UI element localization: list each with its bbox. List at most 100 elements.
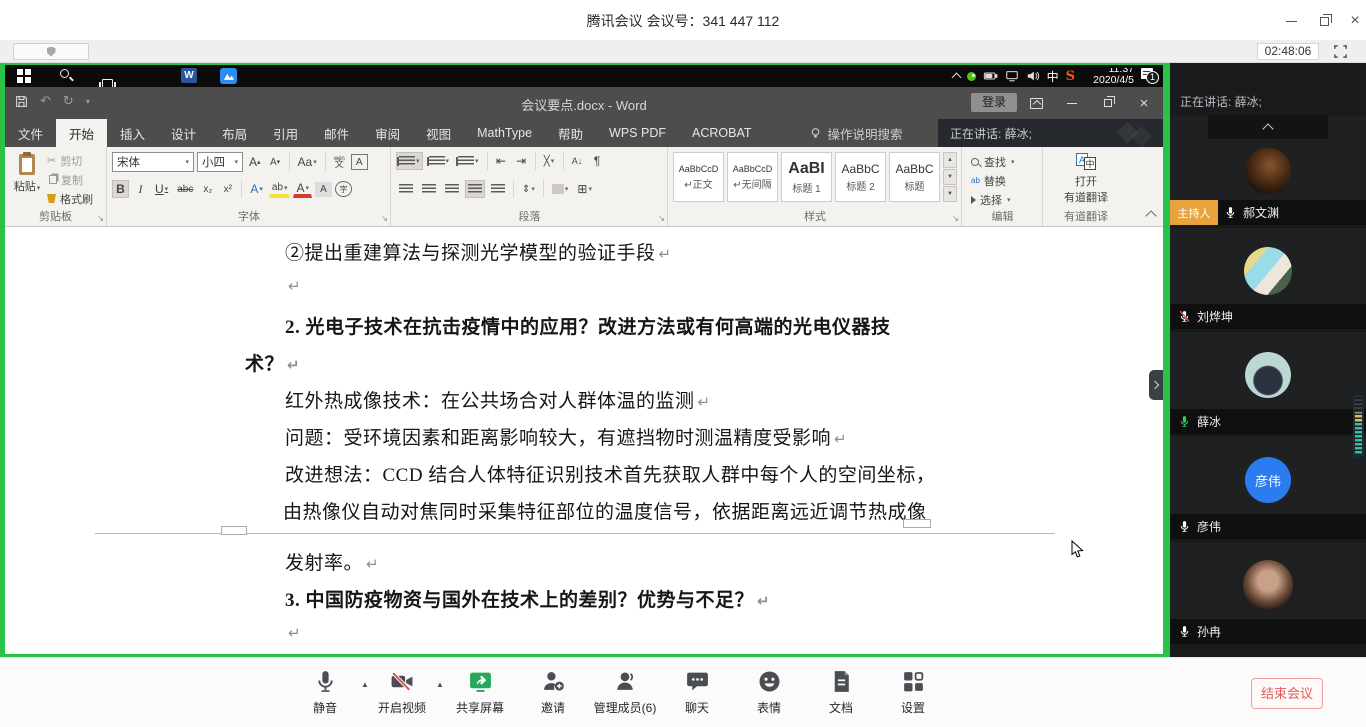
tab-home[interactable]: 开始 <box>56 119 107 147</box>
increase-indent-button[interactable]: ⇥ <box>513 152 530 170</box>
start-video-button[interactable]: 开启视频 <box>359 669 445 716</box>
font-size-combobox[interactable]: 小四▾ <box>197 152 243 172</box>
wechat-tray-icon[interactable] <box>967 72 976 81</box>
phonetic-guide-button[interactable]: wén文 <box>331 153 348 171</box>
tab-view[interactable]: 视图 <box>413 119 464 147</box>
replace-button[interactable]: ab替换 <box>971 172 1015 189</box>
taskbar-search-icon[interactable] <box>60 69 69 78</box>
tab-insert[interactable]: 插入 <box>107 119 158 147</box>
participant-tile[interactable]: 薛冰 <box>1170 332 1366 434</box>
character-shading-button[interactable]: A <box>315 182 332 197</box>
word-restore-icon[interactable] <box>1093 94 1123 112</box>
bullets-button[interactable]: ▾ <box>396 152 423 170</box>
paragraph-dialog-launcher-icon[interactable]: ↘ <box>658 214 665 223</box>
character-border-button[interactable]: A <box>351 154 368 170</box>
participant-tile[interactable]: 刘烨坤 <box>1170 228 1366 329</box>
tab-design[interactable]: 设计 <box>158 119 209 147</box>
close-icon[interactable]: × <box>1340 12 1366 30</box>
enclose-characters-button[interactable]: 字 <box>335 181 352 197</box>
cut-button[interactable]: ✂剪切 <box>47 152 93 169</box>
distribute-button[interactable] <box>488 180 508 198</box>
taskbar-clock[interactable]: 11:37 2020/4/5 <box>1082 68 1134 85</box>
multilevel-list-button[interactable]: ▾ <box>455 152 482 170</box>
change-case-button[interactable]: Aa▾ <box>295 153 320 171</box>
minimize-icon[interactable] <box>1276 12 1306 30</box>
style-heading1[interactable]: AaBI标题 1 <box>781 152 832 202</box>
highlight-button[interactable]: ab▾ <box>269 180 291 198</box>
underline-button[interactable]: U▾ <box>152 180 171 198</box>
windows-start-icon[interactable] <box>17 69 23 75</box>
font-name-combobox[interactable]: 宋体▾ <box>112 152 194 172</box>
bold-button[interactable]: B <box>112 180 129 198</box>
word-taskbar-icon[interactable]: W <box>181 68 197 83</box>
participant-tile[interactable]: 彦伟 彦伟 <box>1170 437 1366 539</box>
sogou-icon[interactable]: S <box>1066 69 1075 84</box>
line-spacing-button[interactable]: ⇕▾ <box>519 180 538 198</box>
participant-tile[interactable]: 孙冉 <box>1170 542 1366 644</box>
sidebar-collapse-button[interactable] <box>1208 115 1328 139</box>
select-button[interactable]: 选择▾ <box>971 191 1015 208</box>
show-marks-button[interactable]: ¶ <box>589 152 606 170</box>
find-button[interactable]: 查找▾ <box>971 153 1015 170</box>
style-title[interactable]: AaBbC标题 <box>889 152 940 202</box>
style-no-spacing[interactable]: AaBbCcD↵无间隔 <box>727 152 778 202</box>
tell-me-search[interactable]: 操作说明搜索 <box>809 119 903 147</box>
share-security-shield-button[interactable] <box>13 43 89 60</box>
speaker-icon[interactable] <box>1026 69 1040 83</box>
network-icon[interactable] <box>1005 69 1019 83</box>
tab-mathtype[interactable]: MathType <box>464 119 545 147</box>
decrease-indent-button[interactable]: ⇤ <box>493 152 510 170</box>
copy-button[interactable]: 复制 <box>47 171 93 188</box>
borders-button[interactable]: ⊞▾ <box>574 180 595 198</box>
action-center-icon[interactable]: 1 <box>1141 68 1159 84</box>
collapse-ribbon-icon[interactable] <box>1145 210 1156 221</box>
font-dialog-launcher-icon[interactable]: ↘ <box>381 214 388 223</box>
styles-gallery-scroll[interactable]: ▲▼▼ <box>943 152 957 202</box>
sort-button[interactable]: A↓ <box>569 152 586 170</box>
word-minimize-icon[interactable] <box>1057 94 1087 112</box>
fullscreen-button[interactable] <box>1331 43 1349 60</box>
superscript-button[interactable]: x² <box>219 180 236 198</box>
tab-layout[interactable]: 布局 <box>209 119 260 147</box>
settings-button[interactable]: 设置 <box>870 669 956 716</box>
format-painter-button[interactable]: 格式刷 <box>47 190 93 207</box>
tray-chevron-icon[interactable] <box>951 73 961 83</box>
tab-review[interactable]: 审阅 <box>362 119 413 147</box>
tab-file[interactable]: 文件 <box>5 119 56 147</box>
tab-mailings[interactable]: 邮件 <box>311 119 362 147</box>
word-close-icon[interactable]: × <box>1129 94 1159 112</box>
subscript-button[interactable]: x₂ <box>199 180 216 198</box>
ime-indicator[interactable]: 中 <box>1047 68 1059 85</box>
end-meeting-button[interactable]: 结束会议 <box>1251 678 1323 709</box>
youdao-open-button[interactable]: A中 打开 有道翻译 <box>1044 153 1128 205</box>
asian-layout-button[interactable]: ╳▾ <box>541 152 558 170</box>
styles-dialog-launcher-icon[interactable]: ↘ <box>952 214 959 223</box>
style-heading2[interactable]: AaBbC标题 2 <box>835 152 886 202</box>
sidebar-expand-handle[interactable] <box>1149 370 1163 400</box>
battery-icon[interactable] <box>983 69 998 83</box>
font-color-button[interactable]: A▾ <box>293 180 312 198</box>
align-left-button[interactable] <box>396 180 416 198</box>
shading-button[interactable]: ▾ <box>549 180 572 198</box>
tab-acrobat[interactable]: ACROBAT <box>679 119 765 147</box>
grow-font-button[interactable]: A▴ <box>246 153 264 171</box>
ribbon-display-options-icon[interactable] <box>1021 94 1051 112</box>
style-normal[interactable]: AaBbCcD↵正文 <box>673 152 724 202</box>
meeting-taskbar-icon[interactable] <box>220 68 237 84</box>
align-right-button[interactable] <box>442 180 462 198</box>
restore-icon[interactable] <box>1309 12 1339 30</box>
clipboard-dialog-launcher-icon[interactable]: ↘ <box>97 214 104 223</box>
italic-button[interactable]: I <box>132 180 149 198</box>
tab-references[interactable]: 引用 <box>260 119 311 147</box>
document-canvas[interactable]: ②提出重建算法与探测光学模型的验证手段↵ ↵ 2. 光电子技术在抗击疫情中的应用… <box>5 227 1163 654</box>
justify-button[interactable] <box>465 180 485 198</box>
word-login-button[interactable]: 登录 <box>971 93 1017 112</box>
text-effects-button[interactable]: A▾ <box>247 180 266 198</box>
tab-wps-pdf[interactable]: WPS PDF <box>596 119 679 147</box>
strikethrough-button[interactable]: abc <box>174 180 196 198</box>
numbering-button[interactable]: ▾ <box>426 152 453 170</box>
tab-help[interactable]: 帮助 <box>545 119 596 147</box>
align-center-button[interactable] <box>419 180 439 198</box>
paste-button[interactable]: 粘贴▾ <box>9 151 45 211</box>
shrink-font-button[interactable]: A▾ <box>267 153 284 171</box>
